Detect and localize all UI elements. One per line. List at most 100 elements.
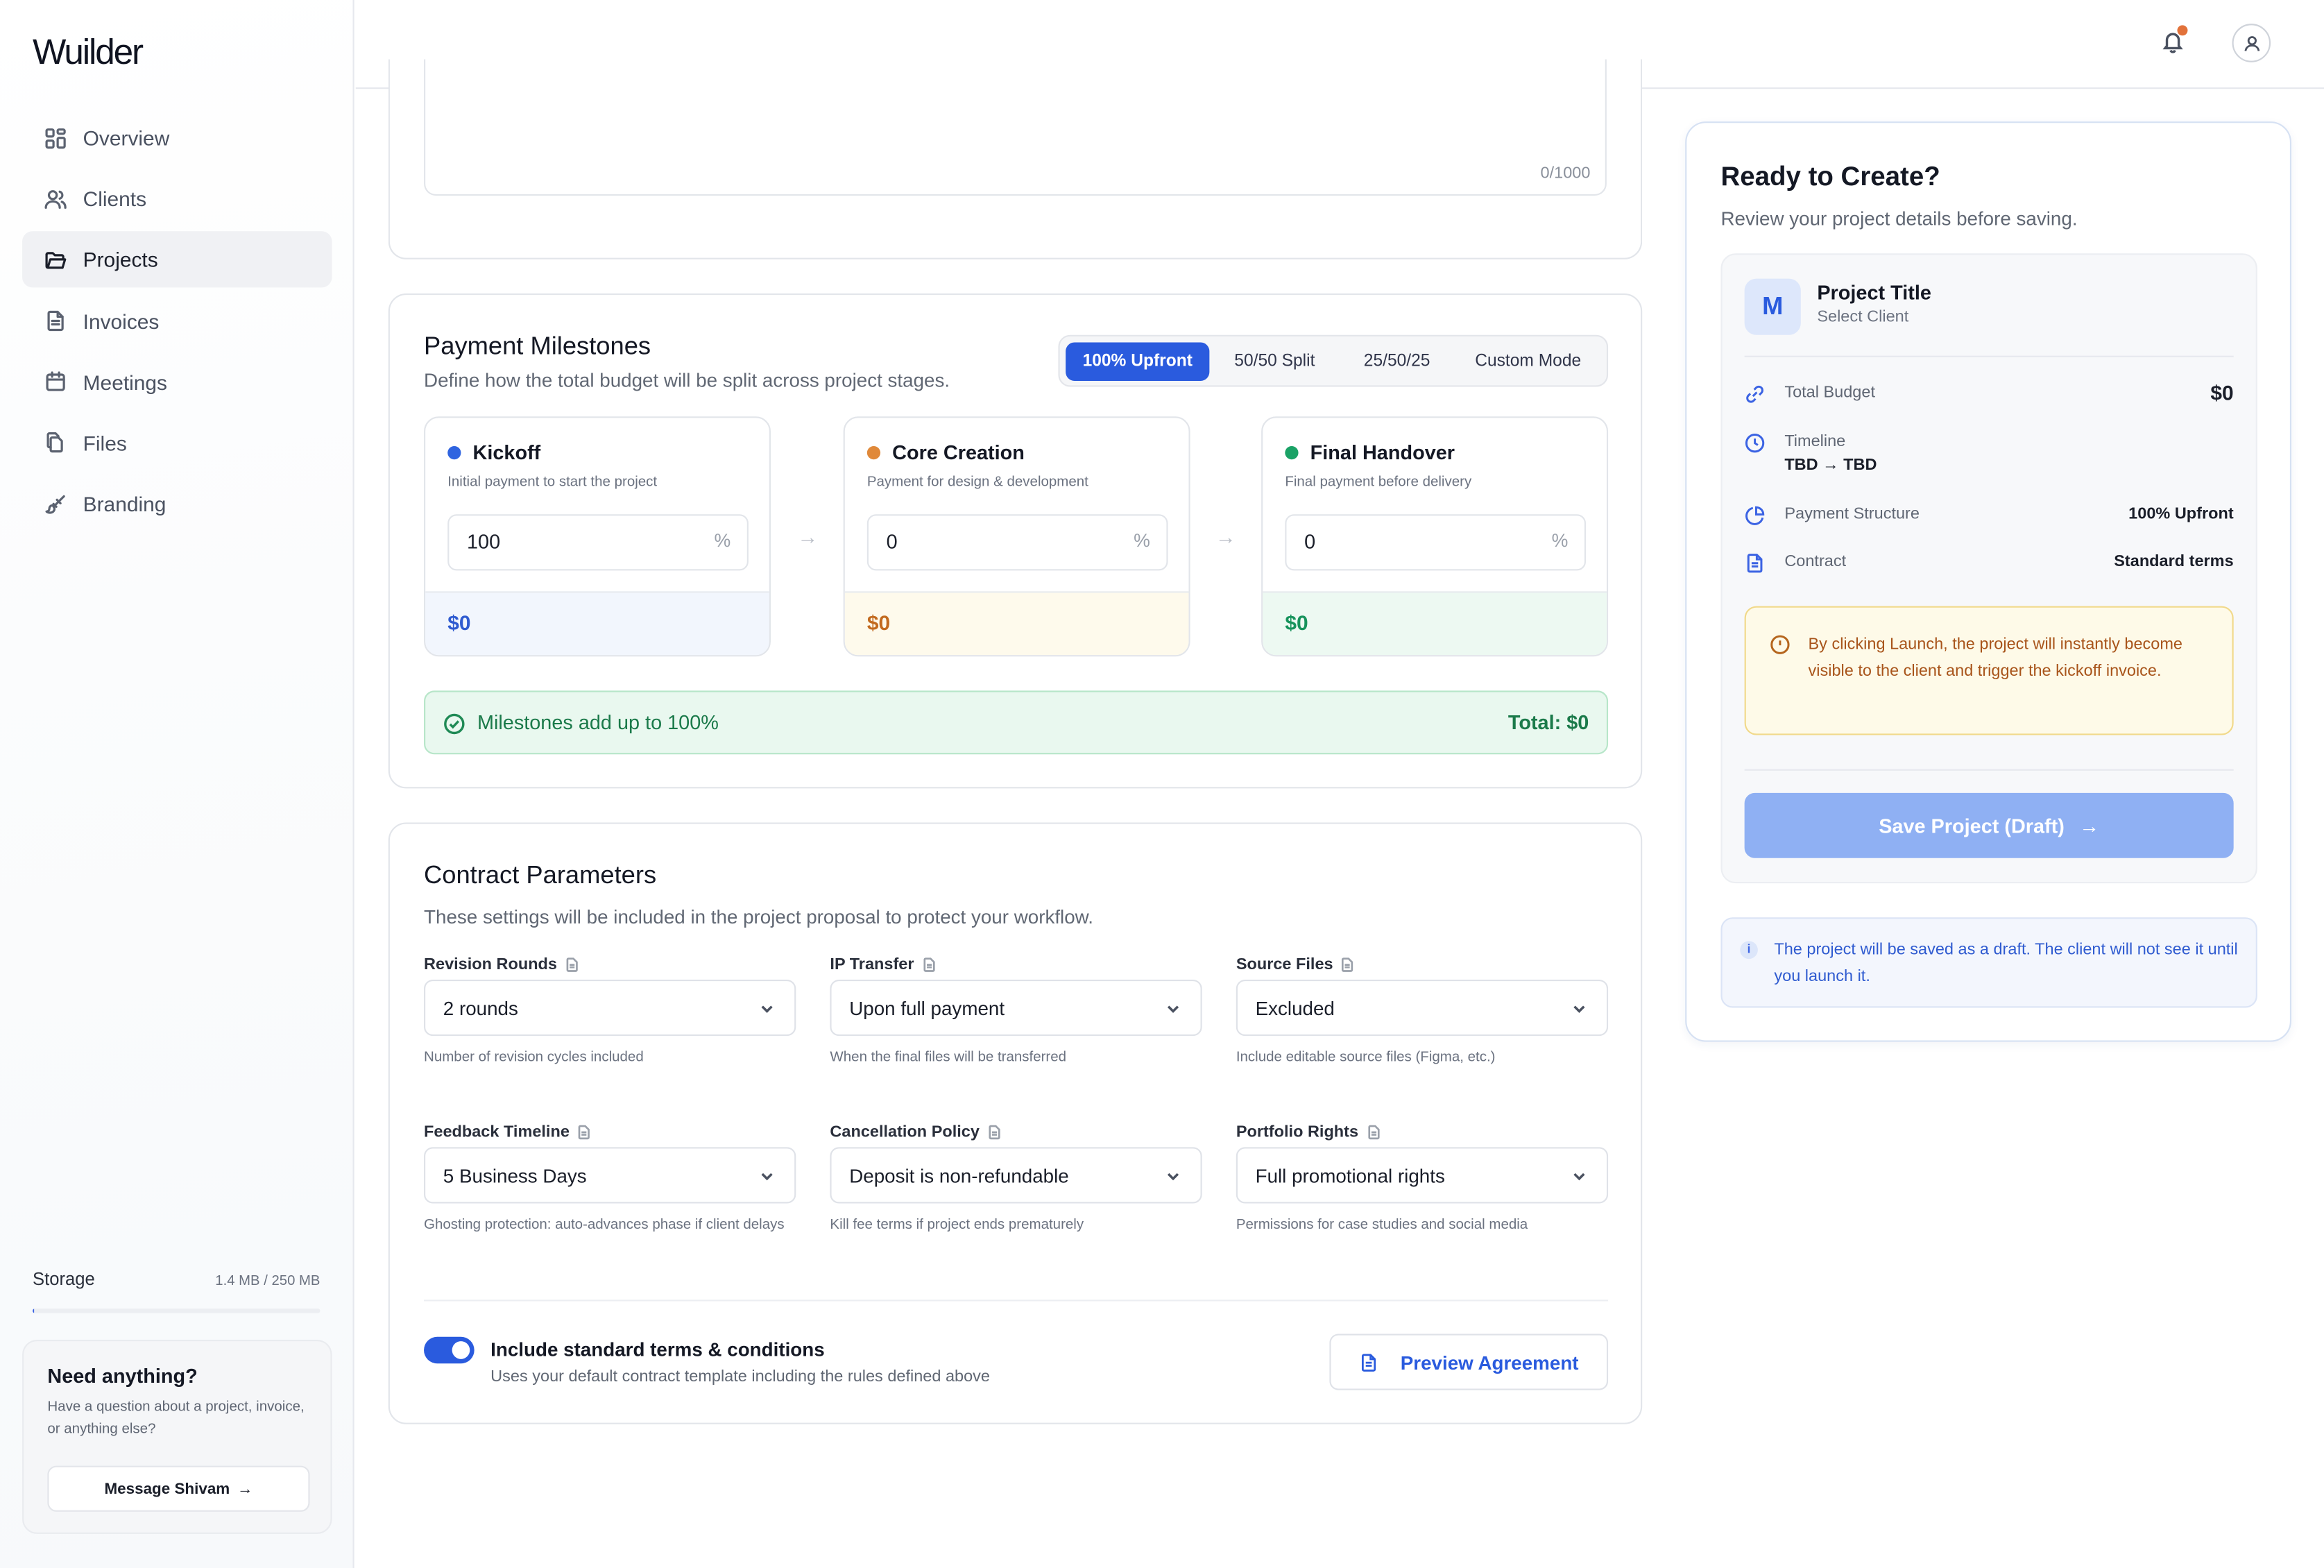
payment-milestones-card: Payment Milestones Define how the total … [388,293,1643,789]
milestone-amount: $0 [1263,591,1607,656]
sidebar: Wuilder Overview Clients Projects Invoic… [0,0,354,1568]
sidebar-item-files[interactable]: Files [22,415,332,471]
preview-agreement-button[interactable]: Preview Agreement [1329,1333,1609,1390]
description-card: 0/1000 [388,59,1643,259]
save-button-label: Save Project (Draft) [1879,814,2065,837]
files-icon [46,432,63,454]
storage-bar-fill [33,1309,35,1313]
help-title: Need anything? [47,1365,198,1388]
chevron-down-icon [1167,1005,1179,1014]
section-title: Payment Milestones [424,332,651,361]
field-revision-rounds: Revision Rounds 2 rounds Number of revis… [424,955,796,1066]
milestone-amount-value: $0 [1285,611,1308,635]
arrow-right-icon: → [2079,814,2100,837]
row-label: Timeline [1784,432,1846,451]
terms-toggle[interactable] [424,1336,475,1364]
alert-circle-icon [1770,635,1790,654]
select-value: 5 Business Days [443,1164,587,1188]
sidebar-item-overview[interactable]: Overview [22,110,332,166]
chevron-down-icon [761,1005,773,1014]
user-menu-button[interactable] [2232,24,2271,62]
link-icon [1746,385,1763,403]
milestone-title: Core Creation [892,441,1025,464]
percent-unit: % [1134,530,1150,552]
milestone-amount-value: $0 [447,611,471,635]
section-title: Contract Parameters [424,861,657,889]
field-help: Kill fee terms if project ends premature… [830,1216,1084,1234]
document-icon [579,1125,590,1140]
terms-subtitle: Uses your default contract template incl… [490,1367,991,1386]
row-label: Payment Structure [1784,505,1920,524]
sidebar-item-clients[interactable]: Clients [22,171,332,227]
divider [1744,355,2234,357]
contract-parameters-card: Contract Parameters These settings will … [388,822,1643,1424]
field-label: Revision Rounds [424,955,557,974]
folder-icon [45,252,67,269]
milestone-core-creation: Core Creation Payment for design & devel… [843,416,1190,657]
payment-mode-selector: 100% Upfront 50/50 Split 25/50/25 Custom… [1058,334,1609,387]
portfolio-rights-select[interactable]: Full promotional rights [1236,1147,1609,1204]
milestone-kickoff: Kickoff Initial payment to start the pro… [424,416,771,657]
milestone-percent-value: 100 [466,530,501,553]
sidebar-item-label: Overview [83,126,170,150]
clock-icon [1745,434,1765,453]
message-button-label: Message Shivam [104,1479,230,1498]
document-icon [923,957,934,972]
chevron-down-icon [1167,1173,1179,1181]
mode-50-50-split[interactable]: 50/50 Split [1209,342,1340,381]
mode-25-50-25[interactable]: 25/50/25 [1340,342,1454,381]
source-files-select[interactable]: Excluded [1236,979,1609,1037]
ip-transfer-select[interactable]: Upon full payment [830,979,1202,1037]
milestone-title: Kickoff [472,441,541,464]
summary-title: Ready to Create? [1720,161,1940,191]
milestone-final-handover: Final Handover Final payment before deli… [1261,416,1609,657]
calendar-icon [46,371,65,392]
sidebar-item-meetings[interactable]: Meetings [22,354,332,410]
field-source-files: Source Files Excluded Include editable s… [1236,956,1609,1066]
milestone-percent-input[interactable]: 0 % [1285,514,1587,571]
mode-100-upfront[interactable]: 100% Upfront [1066,342,1210,381]
feedback-timeline-select[interactable]: 5 Business Days [424,1147,796,1204]
sidebar-nav: Overview Clients Projects Invoices Meeti… [22,110,332,537]
description-textarea[interactable]: 0/1000 [424,59,1607,196]
revision-rounds-select[interactable]: 2 rounds [424,979,796,1037]
select-value: Excluded [1255,997,1335,1020]
mode-custom[interactable]: Custom Mode [1454,342,1603,381]
milestone-percent-input[interactable]: 0 % [866,514,1168,571]
status-dot [1285,445,1299,460]
document-icon [566,957,578,972]
file-text-icon [47,310,64,332]
draft-info: i The project will be saved as a draft. … [1720,917,2257,1008]
milestone-subtitle: Payment for design & development [866,474,1088,491]
project-title: Project Title [1817,281,1931,304]
section-subtitle: These settings will be included in the p… [424,905,1093,928]
message-button[interactable]: Message Shivam → [47,1465,310,1512]
milestone-percent-value: 0 [1304,530,1316,553]
sidebar-item-projects[interactable]: Projects [22,232,332,289]
select-value: Full promotional rights [1255,1164,1445,1188]
milestone-amount-value: $0 [866,611,891,635]
field-label: Feedback Timeline [424,1123,570,1141]
arrow-right-icon: → [1215,525,1236,549]
sidebar-item-invoices[interactable]: Invoices [22,293,332,349]
sidebar-item-label: Projects [83,248,158,272]
section-subtitle: Define how the total budget will be spli… [424,368,950,391]
app-logo[interactable]: Wuilder [33,33,144,74]
field-help: Number of revision cycles included [424,1049,644,1066]
sidebar-item-label: Invoices [83,309,160,333]
info-icon: i [1740,941,1758,960]
select-value: Deposit is non-refundable [849,1164,1069,1188]
milestone-percent-input[interactable]: 100 % [447,514,749,571]
row-label: Contract [1784,552,1847,571]
select-value: Upon full payment [849,997,1005,1020]
character-counter: 0/1000 [1540,164,1591,182]
terms-title: Include standard terms & conditions [490,1338,825,1361]
select-value: 2 rounds [443,997,518,1020]
milestone-amount: $0 [425,591,769,656]
cancellation-policy-select[interactable]: Deposit is non-refundable [830,1147,1202,1204]
save-project-draft-button[interactable]: Save Project (Draft) → [1744,792,2234,858]
file-text-icon [1747,554,1763,573]
sidebar-item-branding[interactable]: Branding [22,476,332,532]
notifications-button[interactable] [2161,25,2188,56]
help-text: Have a question about a project, invoice… [47,1399,305,1438]
